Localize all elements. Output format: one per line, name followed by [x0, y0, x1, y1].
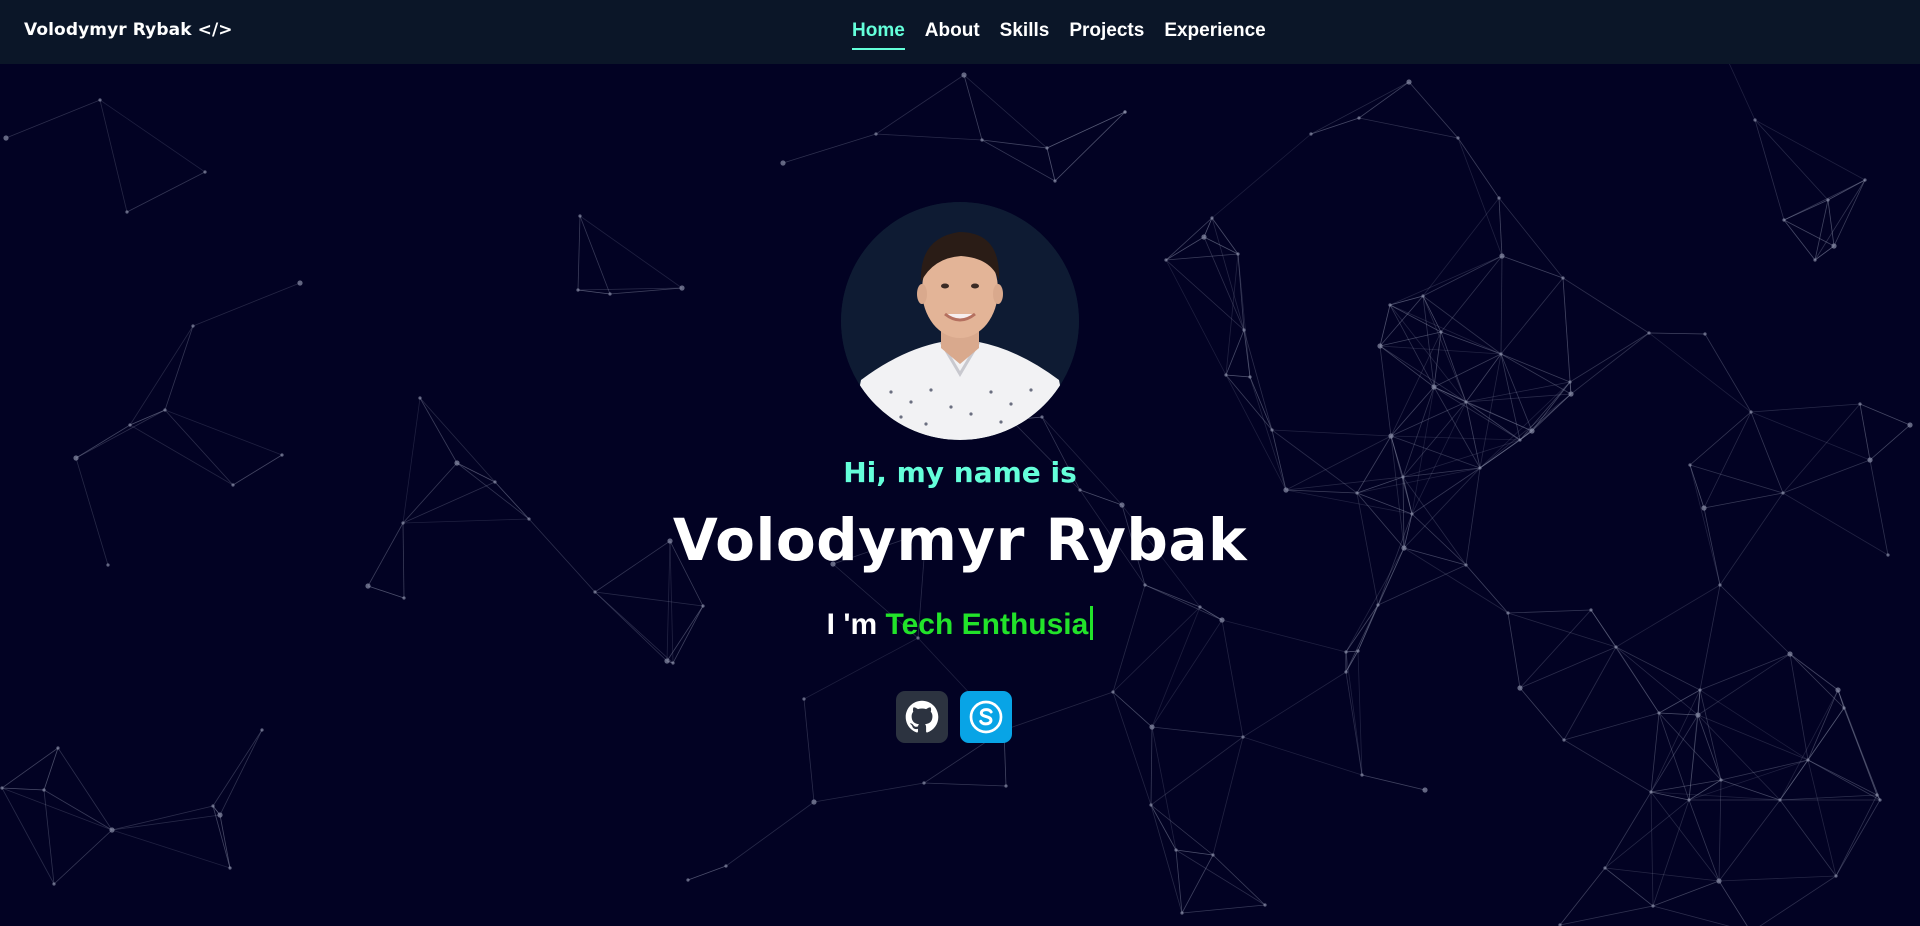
- hero-tagline: I 'm Tech Enthusia: [0, 606, 1920, 642]
- nav-link-about[interactable]: About: [925, 20, 980, 42]
- nav-links: Home About Skills Projects Experience: [852, 20, 1266, 50]
- skype-icon: [969, 700, 1003, 734]
- profile-photo-icon: [841, 202, 1079, 440]
- avatar: [841, 202, 1079, 440]
- nav-link-projects[interactable]: Projects: [1069, 20, 1144, 42]
- tagline-typed-text: Tech Enthusia: [885, 608, 1089, 641]
- typing-caret: [1090, 606, 1094, 640]
- tagline-prefix: I 'm: [826, 608, 878, 641]
- navbar: Volodymyr Rybak </> Home About Skills Pr…: [0, 0, 1920, 64]
- github-button[interactable]: [896, 691, 948, 743]
- nav-link-home[interactable]: Home: [852, 20, 905, 50]
- social-links: [896, 691, 1012, 743]
- nav-link-skills[interactable]: Skills: [1000, 20, 1050, 42]
- github-icon: [905, 700, 939, 733]
- brand-logo[interactable]: Volodymyr Rybak </>: [24, 20, 233, 40]
- hero-section: Hi, my name is Volodymyr Rybak I 'm Tech…: [0, 0, 1920, 926]
- nav-link-experience[interactable]: Experience: [1164, 20, 1265, 42]
- hero-name: Volodymyr Rybak: [672, 506, 1248, 574]
- skype-button[interactable]: [960, 691, 1012, 743]
- hero-greeting: Hi, my name is: [843, 456, 1077, 489]
- page: Volodymyr Rybak </> Home About Skills Pr…: [0, 0, 1920, 926]
